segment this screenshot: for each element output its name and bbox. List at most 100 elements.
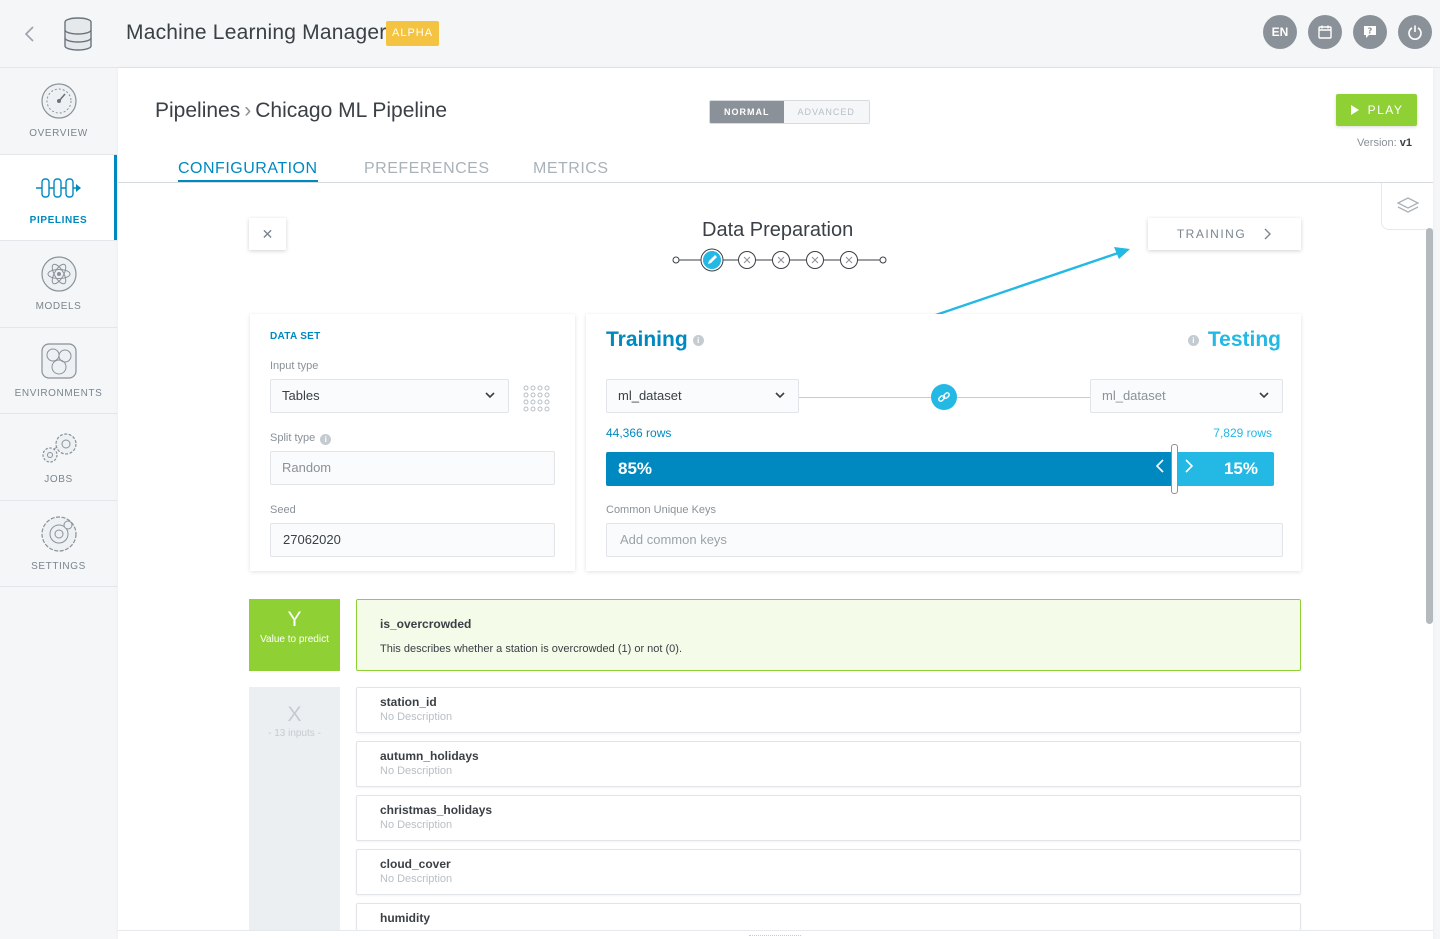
split-ratio-slider[interactable]: 85% 15% [606, 444, 1274, 494]
training-portion: 85% [606, 452, 1174, 486]
split-type-select[interactable]: Random [270, 451, 555, 485]
target-letter: Y [287, 608, 302, 631]
step-4-icon[interactable] [806, 251, 824, 269]
common-keys-input[interactable]: Add common keys [606, 523, 1283, 557]
input-variable-description: No Description [380, 819, 453, 831]
step-title: Data Preparation [702, 219, 854, 241]
play-button[interactable]: PLAY [1336, 94, 1417, 126]
inputs-caption: - 13 inputs - [268, 728, 321, 739]
sidebar-item-label: MODELS [35, 301, 82, 313]
sidebar-item-pipelines[interactable]: PIPELINES [0, 154, 117, 241]
calendar-icon [1318, 25, 1332, 39]
version-value: v1 [1399, 137, 1412, 149]
sidebar-item-label: OVERVIEW [29, 128, 88, 140]
power-button[interactable] [1398, 15, 1432, 49]
settings-gear-icon [40, 516, 77, 552]
info-icon[interactable]: i [320, 434, 332, 445]
pipeline-icon [35, 178, 81, 198]
step-progress [672, 248, 887, 272]
chevron-left-icon[interactable] [1155, 452, 1165, 486]
target-variable-card[interactable]: is_overcrowded This describes whether a … [356, 599, 1301, 671]
calendar-button[interactable] [1308, 15, 1342, 49]
dataset-card: DATA SET Input type Tables Split type i R… [250, 314, 575, 571]
info-icon[interactable]: i [1187, 335, 1199, 346]
input-variable-description: No Description [380, 711, 453, 723]
sidebar-item-models[interactable]: MODELS [0, 241, 117, 328]
input-variable-name: christmas_holidays [380, 803, 493, 817]
sidebar-item-jobs[interactable]: JOBS [0, 414, 117, 501]
gears-icon [41, 433, 77, 463]
chevron-down-icon [774, 380, 786, 424]
step-3-icon[interactable] [772, 251, 790, 269]
testing-dataset-select[interactable]: ml_dataset [1090, 379, 1283, 413]
input-variable-card[interactable]: humidity [356, 903, 1301, 930]
sidebar-item-label: SETTINGS [31, 560, 86, 572]
help-chat-icon: ? [1364, 26, 1376, 38]
inputs-letter: X [287, 703, 302, 726]
split-type-label-text: Split type [270, 432, 316, 444]
sidebar-item-label: PIPELINES [29, 214, 88, 226]
table-grid-icon[interactable] [522, 384, 550, 412]
close-button[interactable]: ✕ [249, 218, 286, 250]
input-variable-card[interactable]: cloud_cover No Description [356, 849, 1301, 895]
version-label: Version: [1356, 137, 1397, 149]
split-type-value: Random [282, 460, 332, 475]
language-button[interactable]: EN [1263, 15, 1297, 49]
training-heading-text: Training [606, 328, 688, 351]
top-bar: Machine Learning Manager ALPHA EN ? [0, 0, 1440, 68]
tab-preferences[interactable]: PREFERENCES [364, 160, 490, 178]
top-actions: EN ? [1263, 15, 1432, 49]
input-variable-name: autumn_holidays [380, 749, 479, 763]
input-type-value: Tables [282, 388, 320, 403]
step-1-current-icon[interactable] [700, 248, 724, 272]
sidebar-item-overview[interactable]: OVERVIEW [0, 68, 117, 155]
chevron-down-icon [484, 380, 496, 424]
training-row-count: 44,366 rows [606, 426, 672, 440]
play-label: PLAY [1367, 103, 1404, 117]
input-variable-card[interactable]: christmas_holidays No Description [356, 795, 1301, 841]
sidebar-item-settings[interactable]: SETTINGS [0, 501, 117, 587]
step-5-icon[interactable] [840, 251, 858, 269]
sidebar-item-label: JOBS [44, 474, 73, 486]
input-type-select[interactable]: Tables [270, 379, 509, 413]
testing-row-count: 7,829 rows [1213, 426, 1272, 440]
target-variable-name: is_overcrowded [380, 617, 472, 631]
input-variable-description: No Description [380, 765, 453, 777]
breadcrumb-separator-icon: › [244, 99, 252, 122]
play-icon [1350, 105, 1359, 115]
sidebar-item-environments[interactable]: ENVIRONMENTS [0, 328, 117, 414]
split-slider-handle[interactable] [1171, 444, 1178, 494]
testing-heading: i Testing [1187, 328, 1281, 352]
power-icon [1408, 25, 1422, 40]
dataset-section-title: DATA SET [270, 331, 321, 342]
tab-configuration[interactable]: CONFIGURATION [178, 160, 318, 182]
seed-input[interactable]: 27062020 [270, 523, 555, 557]
info-icon[interactable]: i [692, 335, 704, 346]
tab-metrics[interactable]: METRICS [533, 160, 609, 178]
version-info: Version: v1 [1357, 137, 1412, 149]
step-2-icon[interactable] [738, 251, 756, 269]
input-variable-card[interactable]: autumn_holidays No Description [356, 741, 1301, 787]
breadcrumb-root[interactable]: Pipelines [155, 99, 240, 122]
training-dataset-select[interactable]: ml_dataset [606, 379, 799, 413]
bottom-drawer-bar[interactable] [118, 930, 1433, 939]
mode-normal-button[interactable]: NORMAL [710, 101, 784, 123]
input-variable-card[interactable]: station_id No Description [356, 687, 1301, 733]
atom-icon [40, 256, 77, 292]
input-variable-description: No Description [380, 873, 453, 885]
link-datasets-button[interactable] [931, 384, 957, 410]
layers-button[interactable] [1381, 183, 1433, 230]
link-icon [938, 392, 950, 402]
close-icon: ✕ [261, 225, 274, 242]
main-panel: Pipelines › Chicago ML Pipeline NORMAL ADV… [118, 68, 1433, 939]
vertical-scrollbar[interactable] [1426, 228, 1433, 624]
alpha-badge: ALPHA [386, 21, 440, 46]
chevron-right-icon[interactable] [1184, 452, 1194, 486]
training-dataset-value: ml_dataset [618, 388, 682, 403]
drawer-handle-icon[interactable] [749, 935, 801, 937]
mode-advanced-button[interactable]: ADVANCED [783, 101, 869, 123]
back-chevron-icon[interactable] [20, 22, 40, 46]
next-step-training-button[interactable]: TRAINING [1148, 218, 1301, 250]
sidebar-item-label: ENVIRONMENTS [14, 387, 103, 399]
help-button[interactable]: ? [1353, 15, 1387, 49]
